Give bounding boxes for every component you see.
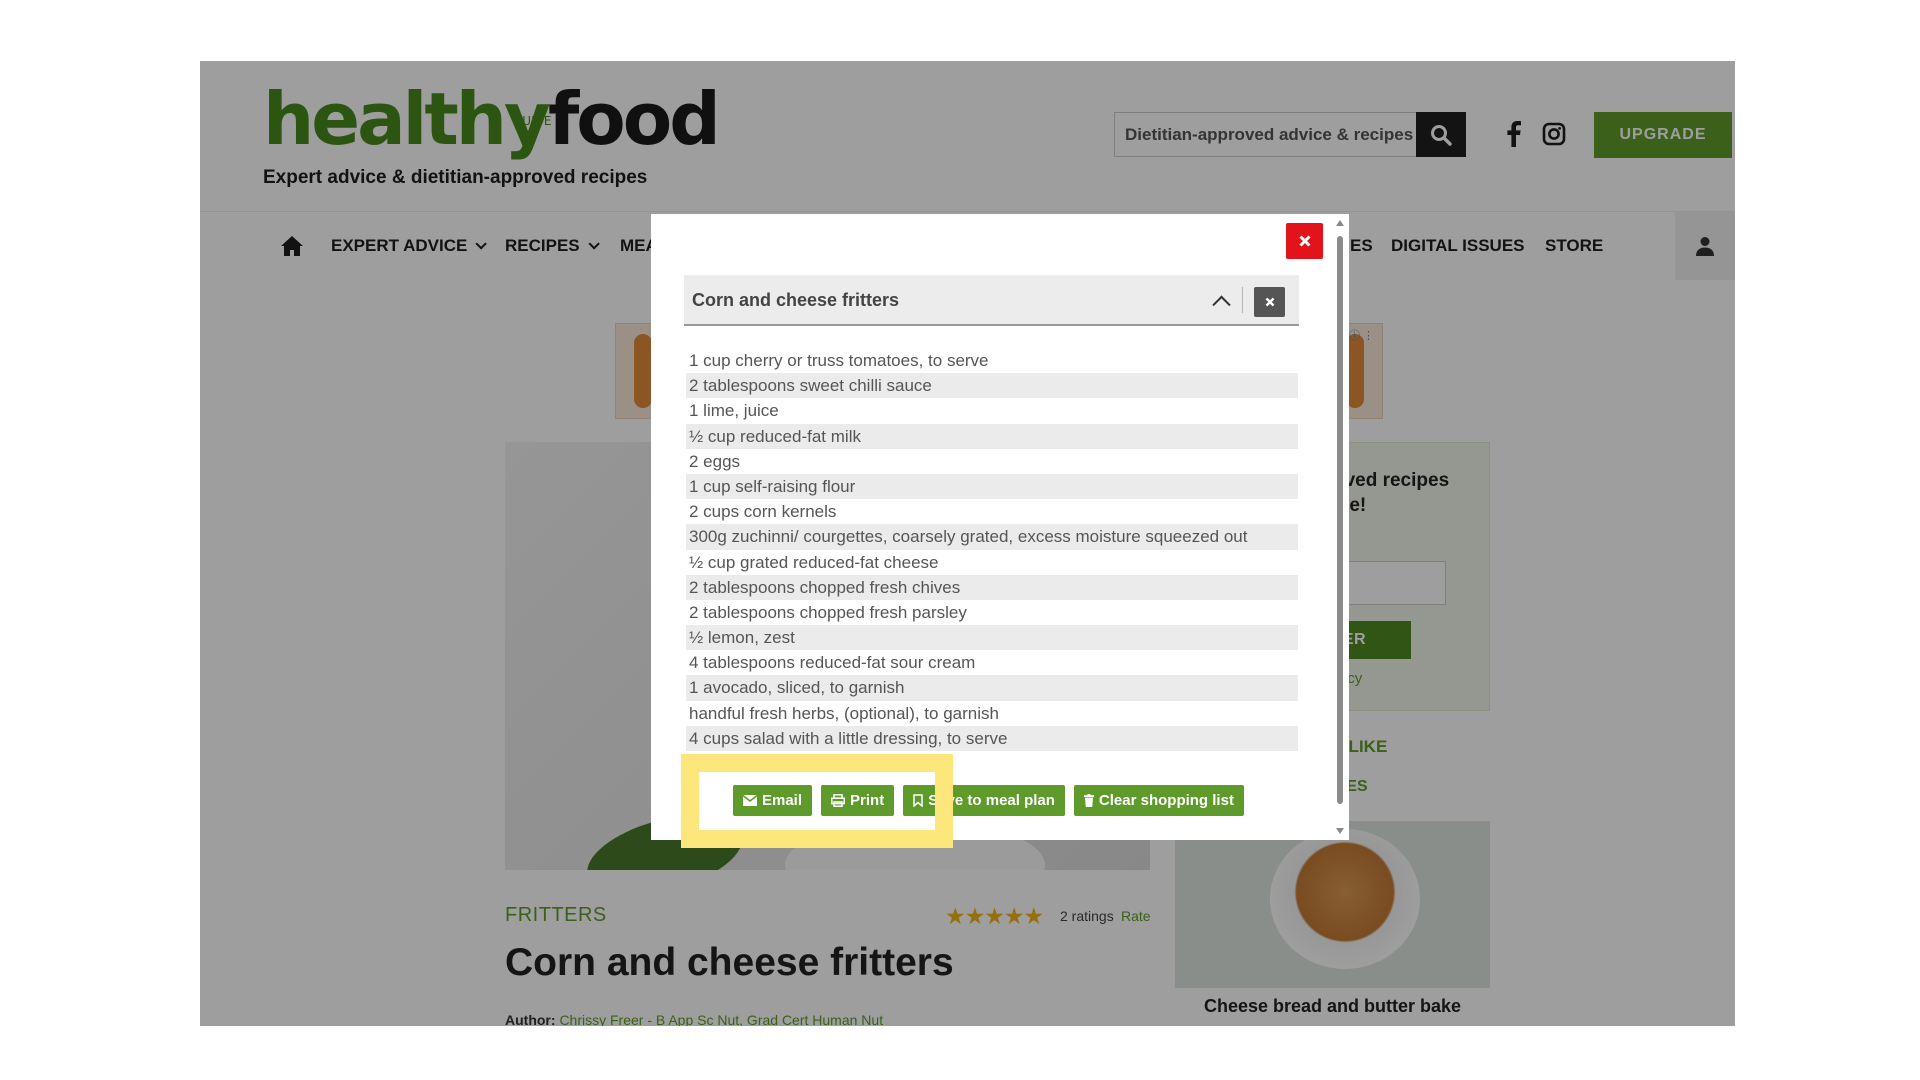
ingredient-item: 2 eggs bbox=[689, 451, 741, 471]
ingredient-item: ½ lemon, zest bbox=[686, 625, 1298, 651]
remove-list-button[interactable] bbox=[1254, 287, 1285, 317]
browser-page: healthyfood GUIDE Expert advice & dietit… bbox=[200, 61, 1735, 1026]
ingredient-item: ½ cup grated reduced-fat cheese bbox=[689, 552, 939, 572]
highlight-annotation bbox=[681, 754, 953, 848]
ingredient-item: 1 cup cherry or truss tomatoes, to serve bbox=[689, 351, 989, 370]
clear-shopping-list-button[interactable]: Clear shopping list bbox=[1073, 785, 1244, 816]
ingredient-item: 4 tablespoons reduced-fat sour cream bbox=[689, 653, 976, 673]
ingredient-item: ½ cup reduced-fat milk bbox=[686, 423, 1298, 449]
scroll-down-arrow-icon[interactable] bbox=[1336, 828, 1344, 834]
trash-icon bbox=[1083, 794, 1094, 807]
close-modal-button[interactable] bbox=[1286, 223, 1323, 259]
scrollbar-thumb[interactable] bbox=[1337, 236, 1343, 804]
shopping-list-header: Corn and cheese fritters bbox=[684, 275, 1299, 326]
shopping-list-modal: Corn and cheese fritters 1 cup cherry or… bbox=[651, 214, 1349, 848]
ingredient-item: handful fresh herbs, (optional), to garn… bbox=[689, 703, 999, 723]
chevron-up-icon bbox=[1211, 295, 1231, 314]
modal-scrollbar[interactable] bbox=[1335, 220, 1345, 834]
ingredient-item: 2 tablespoons sweet chilli sauce bbox=[686, 373, 1298, 399]
ingredient-item: 2 cups corn kernels bbox=[689, 502, 837, 522]
collapse-list-button[interactable] bbox=[1210, 290, 1232, 314]
close-icon bbox=[1265, 297, 1274, 307]
clear-shopping-list-label: Clear shopping list bbox=[1098, 792, 1234, 809]
ingredient-item: 300g zuchinni/ courgettes, coarsely grat… bbox=[686, 524, 1298, 550]
ingredient-item: 1 lime, juice bbox=[689, 401, 779, 421]
ingredient-list: 1 cup cherry or truss tomatoes, to serve… bbox=[686, 348, 1298, 751]
scroll-up-arrow-icon[interactable] bbox=[1336, 220, 1344, 226]
ingredient-item: 2 tablespoons chopped fresh parsley bbox=[689, 602, 967, 622]
header-divider bbox=[1242, 287, 1243, 313]
ingredient-item: 4 cups salad with a little dressing, to … bbox=[686, 725, 1298, 751]
shopping-list-title: Corn and cheese fritters bbox=[692, 290, 900, 310]
ingredient-item: 1 cup self-raising flour bbox=[686, 473, 1298, 500]
close-icon bbox=[1298, 235, 1311, 247]
ingredient-item: 1 avocado, sliced, to garnish bbox=[686, 675, 1298, 701]
ingredient-item: 2 tablespoons chopped fresh chives bbox=[686, 574, 1298, 600]
